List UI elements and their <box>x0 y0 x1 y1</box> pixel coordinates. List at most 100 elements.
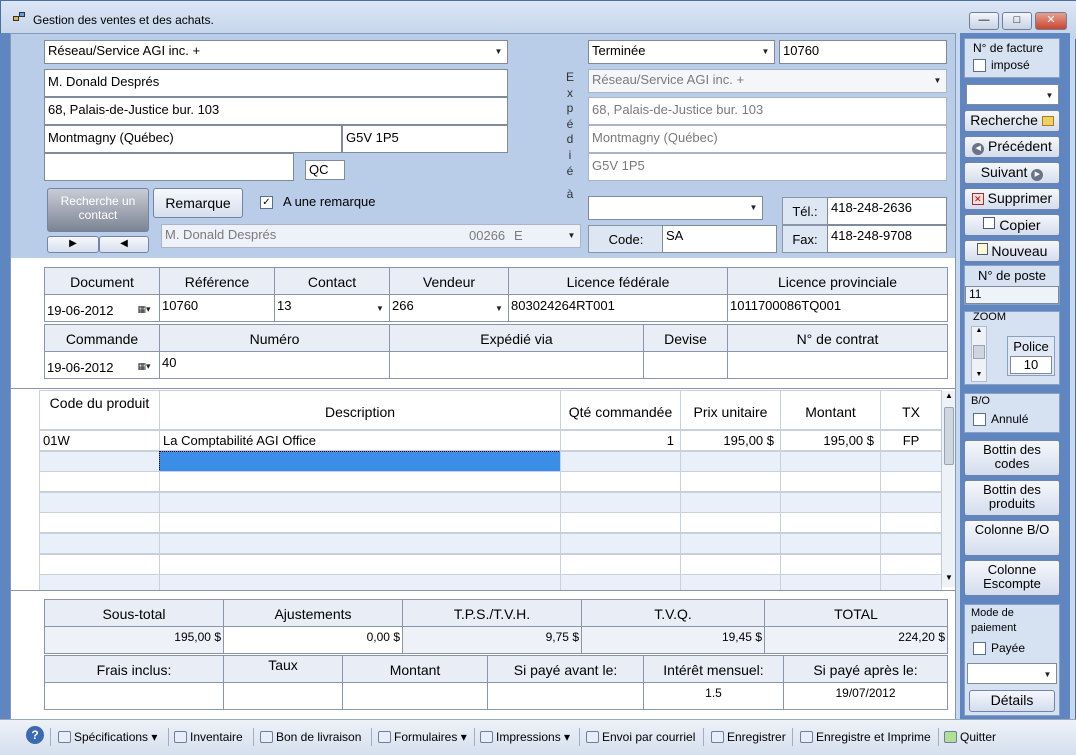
tel-field[interactable]: 418-248-2636 <box>827 197 947 225</box>
forms-menu[interactable]: Formulaires ▾ <box>378 730 467 744</box>
doc-value-cell[interactable]: 266 <box>389 294 509 322</box>
items-cell[interactable] <box>780 471 881 493</box>
items-scrollbar[interactable]: ▲ ▼ <box>941 391 955 587</box>
totals-value-cell[interactable]: 19/07/2012 <box>783 682 948 710</box>
doc-value-cell[interactable] <box>389 351 644 379</box>
items-cell[interactable] <box>159 491 561 513</box>
totals-value-cell[interactable]: 0,00 $ <box>223 626 403 654</box>
cancelled-checkbox[interactable] <box>973 413 986 426</box>
previous-contact-button[interactable]: ◀ <box>99 236 149 253</box>
scroll-thumb[interactable] <box>944 407 954 465</box>
email-button[interactable]: Envoi par courriel <box>586 730 695 744</box>
items-cell[interactable] <box>880 471 942 493</box>
prints-menu[interactable]: Impressions ▾ <box>480 730 570 744</box>
zoom-down-icon[interactable]: ▼ <box>972 371 986 378</box>
items-cell[interactable] <box>560 450 681 472</box>
paid-checkbox[interactable] <box>973 642 986 655</box>
items-cell[interactable] <box>39 491 160 513</box>
quit-button[interactable]: Quitter <box>944 730 996 744</box>
contact-line-select[interactable]: M. Donald Després 00266 E ▼ <box>161 224 581 248</box>
calendar-icon[interactable]: ▦▾ <box>132 302 156 316</box>
zoom-up-icon[interactable]: ▲ <box>972 327 986 334</box>
items-cell[interactable] <box>680 512 781 534</box>
code-field[interactable]: SA <box>662 225 777 253</box>
specifications-menu[interactable]: Spécifications ▾ <box>58 730 157 744</box>
payment-mode-select[interactable]: ▼ <box>967 663 1057 684</box>
items-cell[interactable] <box>680 533 781 554</box>
shipping-postal-field[interactable]: G5V 1P5 <box>588 153 947 181</box>
status-select[interactable]: Terminée ▼ <box>588 40 775 64</box>
save-and-print-button[interactable]: Enregistre et Imprime <box>800 730 931 744</box>
items-cell[interactable] <box>39 471 160 493</box>
totals-value-cell[interactable]: 1.5 <box>643 682 784 710</box>
totals-value-cell[interactable] <box>223 682 343 710</box>
calendar-icon[interactable]: ▦▾ <box>132 359 156 373</box>
shipping-company-select[interactable]: Réseau/Service AGI inc. + ▼ <box>588 69 947 93</box>
items-cell[interactable] <box>680 491 781 513</box>
items-cell[interactable]: 1 <box>560 430 681 451</box>
items-cell[interactable] <box>780 512 881 534</box>
items-cell[interactable]: FP <box>880 430 942 451</box>
search-contact-button[interactable]: Recherche un contact <box>47 188 149 232</box>
details-button[interactable]: Détails <box>969 690 1055 712</box>
items-cell[interactable]: 195,00 $ <box>780 430 881 451</box>
doc-value-cell[interactable] <box>727 351 948 379</box>
search-button[interactable]: Recherche <box>964 110 1060 132</box>
province-field[interactable]: QC <box>305 160 345 180</box>
sidebar-select[interactable]: ▼ <box>966 84 1059 105</box>
items-cell[interactable] <box>560 491 681 513</box>
items-cell[interactable] <box>880 533 942 554</box>
items-cell[interactable] <box>39 512 160 534</box>
doc-value-cell[interactable]: 10760 <box>159 294 275 322</box>
new-button[interactable]: Nouveau <box>964 240 1060 262</box>
items-cell[interactable] <box>560 471 681 493</box>
inventory-button[interactable]: Inventaire <box>174 730 243 744</box>
items-cell[interactable] <box>880 512 942 534</box>
next-contact-button[interactable]: ▶ <box>47 236 99 253</box>
copy-button[interactable]: Copier <box>964 214 1060 236</box>
customer-contact-field[interactable]: M. Donald Després <box>44 69 508 97</box>
codes-directory-button[interactable]: Bottin des codes <box>964 440 1060 476</box>
customer-address-field[interactable]: 68, Palais-de-Justice bur. 103 <box>44 97 508 125</box>
customer-postal-field[interactable]: G5V 1P5 <box>342 125 508 153</box>
items-cell[interactable] <box>159 533 561 554</box>
totals-value-cell[interactable] <box>487 682 644 710</box>
items-cell[interactable] <box>680 471 781 493</box>
items-cell[interactable] <box>780 533 881 554</box>
close-button[interactable]: ✕ <box>1035 12 1067 30</box>
items-cell[interactable] <box>880 450 942 472</box>
customer-city-field[interactable]: Montmagny (Québec) <box>44 125 342 153</box>
help-icon[interactable]: ? <box>26 726 44 744</box>
items-cell[interactable] <box>560 553 681 575</box>
fax-field[interactable]: 418-248-9708 <box>827 225 947 253</box>
items-cell[interactable] <box>159 450 561 472</box>
totals-value-cell[interactable] <box>44 682 224 710</box>
items-cell[interactable] <box>39 553 160 575</box>
items-cell[interactable] <box>780 450 881 472</box>
zoom-slider[interactable]: ▲ ▼ <box>971 326 987 382</box>
shipping-method-select[interactable]: ▼ <box>588 196 763 220</box>
shipping-address-field[interactable]: 68, Palais-de-Justice bur. 103 <box>588 97 947 125</box>
items-cell[interactable] <box>159 553 561 575</box>
items-cell[interactable] <box>680 553 781 575</box>
previous-button[interactable]: ◀ Précédent <box>964 136 1060 158</box>
products-directory-button[interactable]: Bottin des produits <box>964 480 1060 516</box>
items-cell[interactable] <box>560 533 681 554</box>
bo-column-button[interactable]: Colonne B/O <box>964 520 1060 556</box>
delivery-note-button[interactable]: Bon de livraison <box>260 730 361 744</box>
items-cell[interactable] <box>780 553 881 575</box>
customer-extra-field[interactable] <box>44 153 294 181</box>
imposed-checkbox[interactable] <box>973 59 986 72</box>
items-cell[interactable] <box>159 512 561 534</box>
doc-value-cell[interactable]: 803024264RT001 <box>508 294 728 322</box>
items-cell[interactable]: 195,00 $ <box>680 430 781 451</box>
scroll-down-icon[interactable]: ▼ <box>942 573 956 587</box>
font-size-field[interactable]: 10 <box>1010 356 1052 374</box>
customer-company-select[interactable]: Réseau/Service AGI inc. + ▼ <box>44 40 508 64</box>
save-button[interactable]: Enregistrer <box>711 730 786 744</box>
invoice-number-field[interactable]: 10760 <box>779 40 947 64</box>
shipping-city-field[interactable]: Montmagny (Québec) <box>588 125 947 153</box>
totals-value-cell[interactable] <box>342 682 488 710</box>
items-cell[interactable] <box>560 512 681 534</box>
items-cell[interactable] <box>159 471 561 493</box>
